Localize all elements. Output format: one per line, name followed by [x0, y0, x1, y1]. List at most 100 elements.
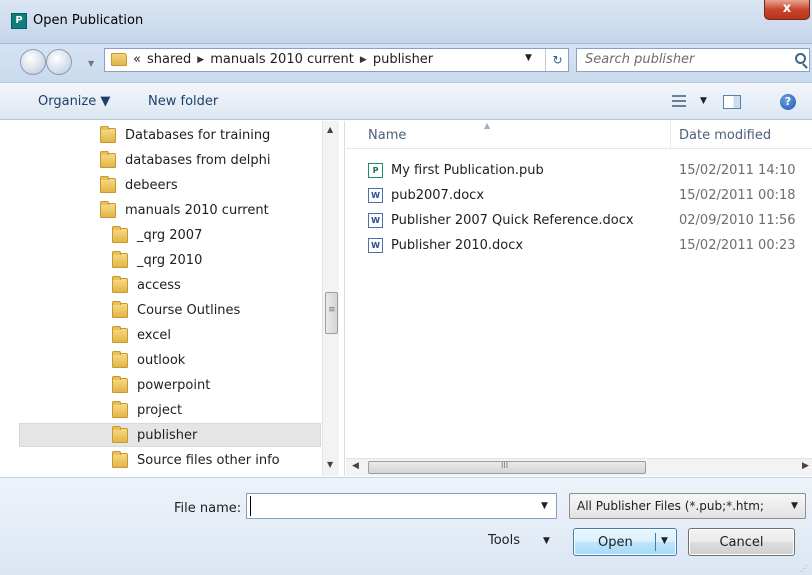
tree-item-label: project	[137, 402, 183, 418]
scroll-thumb[interactable]	[368, 461, 646, 474]
chevron-down-icon[interactable]: ▼	[791, 501, 798, 511]
breadcrumb-publisher[interactable]: publisher	[373, 52, 433, 67]
organize-button[interactable]: Organize ▼	[38, 94, 110, 109]
search-box[interactable]	[576, 48, 810, 72]
tree-item-source-files[interactable]: Source files other info	[112, 448, 280, 472]
column-divider[interactable]	[670, 121, 671, 149]
breadcrumb-arrow-icon[interactable]: ▶	[360, 55, 367, 65]
tree-item-course-outlines[interactable]: Course Outlines	[112, 298, 240, 322]
new-folder-button[interactable]: New folder	[148, 94, 218, 109]
open-button[interactable]: Open ▼	[573, 528, 677, 556]
command-toolbar: Organize ▼ New folder ▼ ?	[0, 82, 812, 120]
tools-button[interactable]: Tools	[488, 533, 520, 548]
column-header-date-modified[interactable]: Date modified	[679, 128, 771, 143]
folder-icon	[100, 200, 116, 218]
folder-icon	[112, 325, 128, 343]
tree-item-label: databases from delphi	[125, 152, 271, 168]
horizontal-scrollbar[interactable]: ◀ ▶	[346, 458, 812, 476]
publisher-file-icon: P	[368, 163, 383, 178]
folder-icon	[112, 300, 128, 318]
address-bar[interactable]: « shared ▶ manuals 2010 current ▶ publis…	[104, 48, 569, 72]
tree-item-access[interactable]: access	[112, 273, 181, 297]
word-file-icon: W	[368, 238, 383, 253]
chevron-down-icon[interactable]: ▼	[661, 536, 668, 546]
tree-item-label: _qrg 2007	[137, 227, 203, 243]
tree-item-excel[interactable]: excel	[112, 323, 171, 347]
tree-item-label: excel	[137, 327, 171, 343]
file-row[interactable]: W Publisher 2010.docx 15/02/2011 00:23	[346, 234, 812, 258]
file-date: 15/02/2011 00:23	[679, 238, 796, 253]
tree-item-powerpoint[interactable]: powerpoint	[112, 373, 210, 397]
view-options-icon[interactable]	[672, 95, 686, 107]
search-input[interactable]	[585, 52, 775, 67]
file-list: ▲ Name Date modified P My first Publicat…	[346, 121, 812, 458]
scroll-right-icon[interactable]: ▶	[802, 461, 809, 471]
folder-icon	[111, 53, 127, 66]
tree-item-qrg-2007[interactable]: _qrg 2007	[112, 223, 202, 247]
column-header-row: ▲ Name Date modified	[346, 121, 812, 149]
tree-item-label: access	[137, 277, 181, 293]
refresh-icon[interactable]: ↻	[545, 49, 569, 71]
breadcrumb-arrow-icon[interactable]: ▶	[197, 55, 204, 65]
file-row[interactable]: P My first Publication.pub 15/02/2011 14…	[346, 159, 812, 183]
word-file-icon: W	[368, 213, 383, 228]
column-header-name[interactable]: Name	[368, 128, 406, 143]
chevron-down-icon[interactable]: ▼	[541, 501, 548, 511]
file-name: pub2007.docx	[391, 188, 485, 203]
chevron-down-icon[interactable]: ▼	[543, 536, 550, 546]
tree-item-outlook[interactable]: outlook	[112, 348, 185, 372]
file-row[interactable]: W pub2007.docx 15/02/2011 00:18	[346, 184, 812, 208]
tree-item-label: Course Outlines	[137, 302, 241, 318]
navigation-scrollbar[interactable]: ▲ ▼	[322, 121, 339, 476]
file-name: My first Publication.pub	[391, 163, 544, 178]
scroll-up-icon[interactable]: ▲	[327, 125, 333, 134]
scroll-left-icon[interactable]: ◀	[352, 461, 359, 471]
folder-icon	[100, 175, 116, 193]
cancel-label: Cancel	[719, 535, 764, 550]
file-name-combobox[interactable]: ▼	[246, 493, 557, 519]
recent-pages-dropdown[interactable]: ▼	[88, 59, 94, 68]
address-dropdown[interactable]: ▼	[525, 53, 532, 63]
sort-ascending-icon: ▲	[484, 121, 491, 130]
breadcrumb-overflow[interactable]: «	[133, 52, 141, 67]
tree-item-debeers[interactable]: debeers	[100, 173, 178, 197]
tree-item-manuals-2010-current[interactable]: manuals 2010 current	[100, 198, 269, 222]
cancel-button[interactable]: Cancel	[688, 528, 795, 556]
view-dropdown[interactable]: ▼	[700, 96, 707, 106]
file-name: Publisher 2007 Quick Reference.docx	[391, 213, 634, 228]
tree-item-label: Databases for training	[125, 127, 271, 143]
title-bar: P Open Publication x	[0, 0, 812, 44]
file-type-value: All Publisher Files (*.pub;*.htm;	[577, 499, 764, 513]
file-date: 02/09/2010 11:56	[679, 213, 796, 228]
scroll-down-icon[interactable]: ▼	[327, 460, 333, 469]
tree-item-label: outlook	[137, 352, 186, 368]
scroll-thumb[interactable]	[325, 292, 338, 334]
tree-item-project[interactable]: project	[112, 398, 182, 422]
breadcrumb-manuals[interactable]: manuals 2010 current	[210, 52, 354, 67]
close-button[interactable]: x	[764, 0, 810, 20]
tree-item-databases-for-training[interactable]: Databases for training	[100, 123, 270, 147]
file-name-label: File name:	[174, 501, 242, 516]
file-type-select[interactable]: All Publisher Files (*.pub;*.htm; ▼	[569, 493, 806, 519]
tree-item-databases-from-delphi[interactable]: databases from delphi	[100, 148, 271, 172]
tree-item-publisher[interactable]: publisher	[19, 423, 321, 447]
tree-item-label: _qrg 2010	[137, 252, 203, 268]
file-date: 15/02/2011 00:18	[679, 188, 796, 203]
forward-button[interactable]	[46, 49, 72, 75]
help-icon[interactable]: ?	[780, 94, 796, 110]
folder-icon	[112, 400, 128, 418]
tree-item-label: debeers	[125, 177, 178, 193]
word-file-icon: W	[368, 188, 383, 203]
search-icon[interactable]	[795, 53, 806, 64]
breadcrumb: « shared ▶ manuals 2010 current ▶ publis…	[111, 52, 433, 67]
file-row[interactable]: W Publisher 2007 Quick Reference.docx 02…	[346, 209, 812, 233]
file-name-input[interactable]	[250, 496, 530, 516]
resize-grip-icon[interactable]: ⋰	[800, 564, 810, 574]
back-button[interactable]	[20, 49, 46, 75]
preview-pane-icon[interactable]	[723, 95, 741, 109]
folder-icon	[112, 350, 128, 368]
breadcrumb-shared[interactable]: shared	[147, 52, 191, 67]
split-divider	[655, 533, 656, 551]
publisher-icon: P	[11, 13, 27, 29]
tree-item-qrg-2010[interactable]: _qrg 2010	[112, 248, 202, 272]
